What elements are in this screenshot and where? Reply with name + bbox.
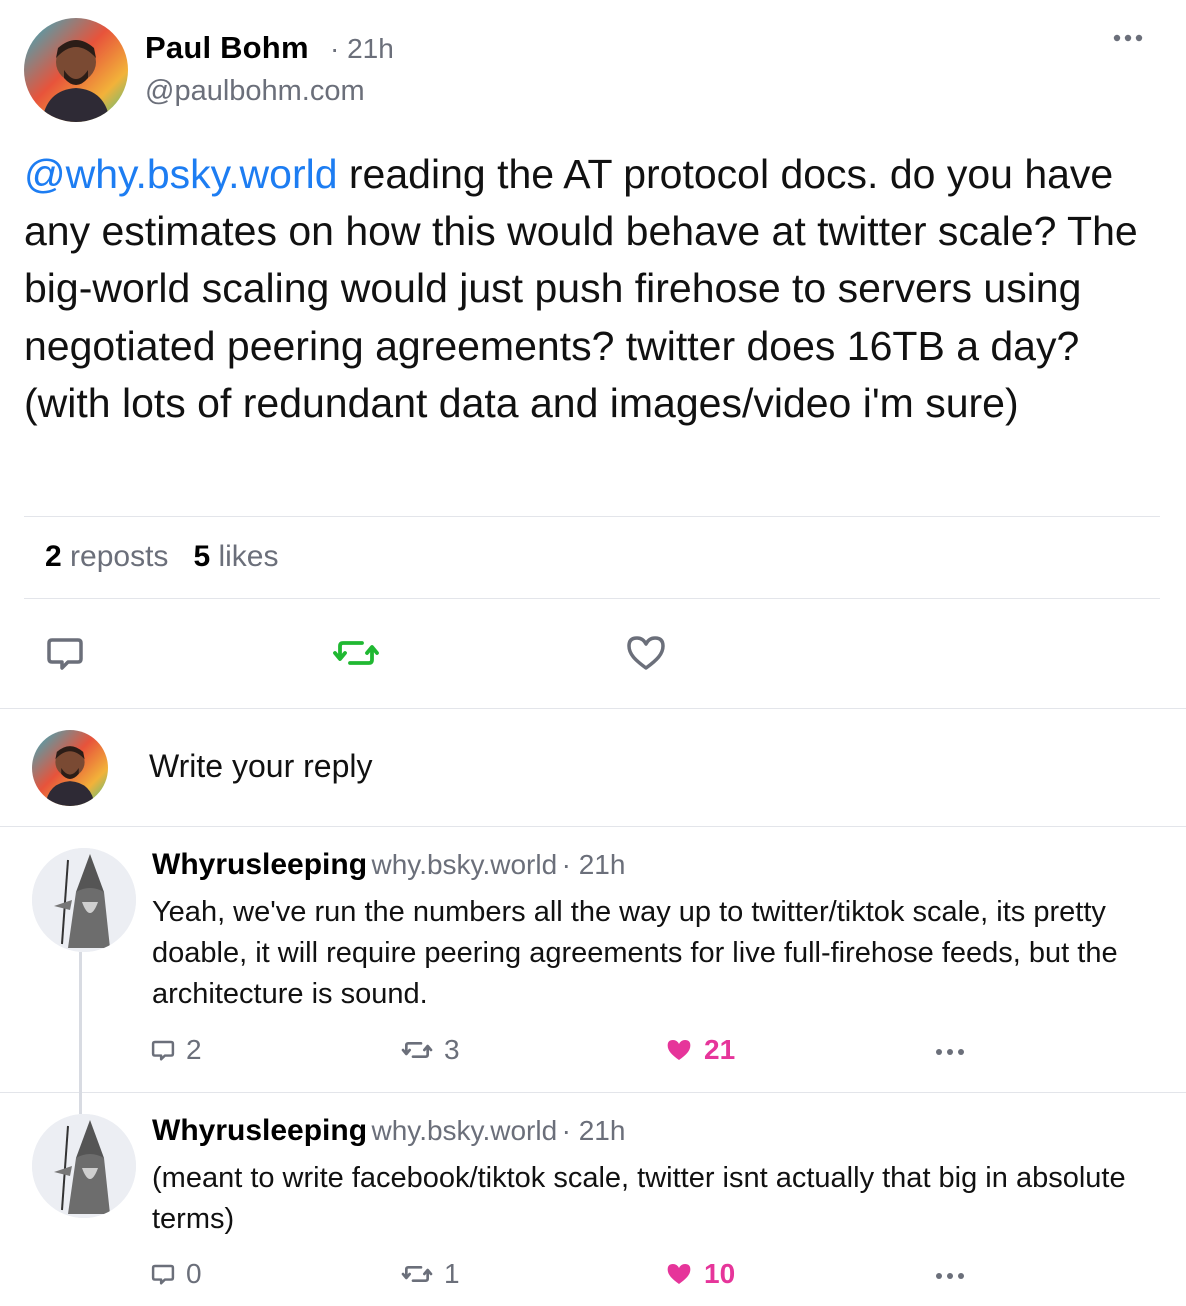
- divider: [0, 826, 1186, 827]
- reply-reply-button[interactable]: 0: [150, 1258, 202, 1290]
- reply-input[interactable]: Write your reply: [149, 748, 372, 785]
- like-button[interactable]: [625, 632, 667, 674]
- reposts-count: 2: [45, 540, 62, 573]
- repost-count: 1: [444, 1258, 460, 1289]
- reply-timestamp: · 21h: [561, 1115, 626, 1146]
- divider: [24, 598, 1160, 599]
- more-icon[interactable]: [1110, 26, 1146, 50]
- reply-header: Whyrusleeping why.bsky.world · 21h: [152, 1114, 625, 1148]
- reply-header: Whyrusleeping why.bsky.world · 21h: [152, 848, 625, 882]
- heart-icon: [667, 1264, 691, 1284]
- reposts-stat[interactable]: 2 reposts: [45, 540, 168, 573]
- reply-author-name[interactable]: Whyrusleeping: [152, 1114, 367, 1147]
- thread-line: [79, 952, 82, 1092]
- author-name[interactable]: Paul Bohm: [145, 30, 309, 66]
- repost-count: 3: [444, 1034, 460, 1065]
- like-count: 10: [704, 1258, 736, 1289]
- reply-repost-button[interactable]: 1: [400, 1258, 460, 1290]
- likes-label: likes: [218, 540, 279, 573]
- post-body: @why.bsky.world reading the AT protocol …: [24, 146, 1164, 432]
- more-icon[interactable]: [934, 1268, 966, 1289]
- reply-author-handle[interactable]: why.bsky.world: [371, 1115, 557, 1146]
- heart-icon: [667, 1040, 691, 1060]
- reply-icon: [47, 638, 83, 670]
- reply-icon: [151, 1040, 175, 1061]
- reply-icon: [151, 1264, 175, 1285]
- reply-reply-button[interactable]: 2: [150, 1034, 202, 1066]
- reply-text: (meant to write facebook/tiktok scale, t…: [152, 1162, 1126, 1235]
- reply-like-button[interactable]: 21: [664, 1034, 735, 1066]
- divider: [24, 516, 1160, 517]
- reply-avatar[interactable]: [32, 1114, 136, 1218]
- reply-text: Yeah, we've run the numbers all the way …: [152, 896, 1118, 1010]
- repost-button[interactable]: [332, 632, 380, 674]
- reply-button[interactable]: [44, 632, 86, 674]
- reply-count: 0: [186, 1258, 202, 1289]
- heart-icon: [627, 636, 665, 670]
- reply-repost-button[interactable]: 3: [400, 1034, 460, 1066]
- divider: [0, 708, 1186, 709]
- repost-icon: [401, 1266, 433, 1282]
- author-handle[interactable]: @paulbohm.com: [145, 75, 365, 108]
- reply-author-name[interactable]: Whyrusleeping: [152, 848, 367, 881]
- thread-line: [79, 1092, 82, 1114]
- reply-like-button[interactable]: 10: [664, 1258, 735, 1290]
- engagement-counts: 2 reposts 5 likes: [45, 540, 278, 574]
- divider: [0, 1092, 1186, 1093]
- reply-author-handle[interactable]: why.bsky.world: [371, 849, 557, 880]
- reply-count: 2: [186, 1034, 202, 1065]
- reply-timestamp: · 21h: [561, 849, 626, 880]
- reply-avatar[interactable]: [32, 848, 136, 952]
- author-avatar[interactable]: [24, 18, 128, 122]
- mention-link[interactable]: @why.bsky.world: [24, 151, 338, 197]
- like-count: 21: [704, 1034, 736, 1065]
- my-avatar: [32, 730, 108, 806]
- repost-icon: [401, 1042, 433, 1058]
- repost-icon: [333, 641, 379, 665]
- likes-stat[interactable]: 5 likes: [193, 540, 278, 573]
- post-timestamp: · 21h: [330, 33, 394, 64]
- more-icon[interactable]: [934, 1044, 966, 1065]
- likes-count: 5: [193, 540, 211, 573]
- reposts-label: reposts: [70, 540, 169, 573]
